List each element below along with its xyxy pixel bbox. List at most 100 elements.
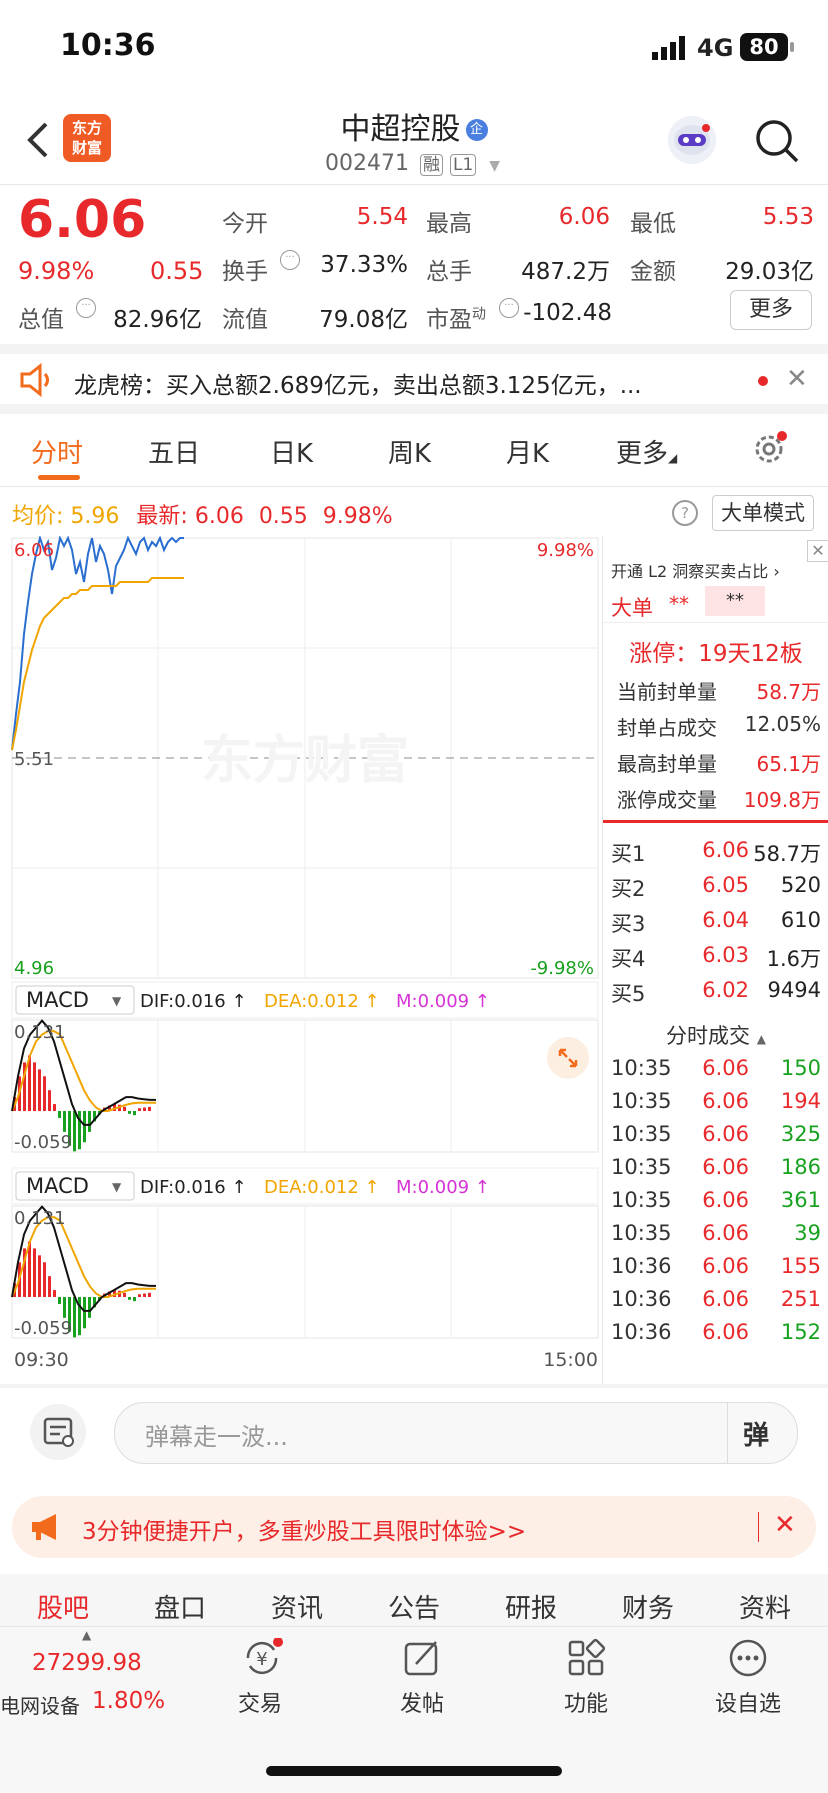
low-value: 5.53 (762, 204, 814, 230)
macd-dif-2: DIF:0.016 ↑ (140, 1177, 247, 1198)
l2-link[interactable]: 开通 L2 洞察买卖占比 › (611, 558, 780, 582)
section-gap (0, 404, 828, 414)
bid-label: 买5 (611, 982, 646, 1006)
pe-sup: 动 (472, 306, 486, 323)
tick-volume: 361 (780, 1188, 821, 1212)
avg-value: 5.96 (70, 504, 120, 529)
battery-tip (790, 42, 794, 52)
large-order-mode-button[interactable]: 大单模式 (712, 495, 814, 531)
function-grid-icon[interactable] (566, 1638, 606, 1682)
limit-stat-label: 封单占成交 (617, 716, 717, 740)
notice-close-icon[interactable]: ✕ (786, 364, 808, 394)
ticks-title: 分时成交 (666, 1024, 751, 1048)
bid-volume: 1.6万 (766, 947, 821, 971)
amount-value: 29.03亿 (725, 259, 814, 285)
nav-post[interactable]: 发帖 (362, 1686, 482, 1718)
macd-bottom-2: -0.059 (14, 1318, 72, 1339)
nav-function[interactable]: 功能 (526, 1686, 646, 1718)
watermark: 东方财富 (201, 731, 409, 791)
caret-up-icon: ▲ (756, 1032, 766, 1046)
nav-trade[interactable]: 交易 (200, 1686, 320, 1718)
close-icon[interactable]: ✕ (807, 540, 828, 562)
tick-volume: 152 (780, 1320, 821, 1344)
pe-value: -102.48 (523, 300, 612, 326)
help-icon[interactable]: ? (672, 500, 698, 526)
danmu-toggle-icon[interactable] (30, 1404, 86, 1460)
bottom-tab-2[interactable]: 资讯 (242, 1588, 352, 1625)
robot-avatar-icon[interactable] (668, 116, 716, 164)
big-order-value: ** (669, 592, 689, 616)
tab-day-k[interactable]: 日K (270, 433, 313, 470)
open-value: 5.54 (356, 204, 408, 230)
bottom-tab-4[interactable]: 研报 (476, 1588, 586, 1625)
y-label-top: 6.06 (14, 540, 54, 561)
avg-label: 均价: (12, 504, 64, 529)
tab-intraday[interactable]: 分时 (31, 433, 83, 470)
intraday-chart[interactable]: 东方财富 6.06 5.51 4.96 9.98% -9.98% MACD ▼ … (0, 536, 600, 1384)
index-pct[interactable]: 1.80% (92, 1688, 165, 1714)
tick-time: 10:35 (611, 1056, 672, 1080)
tick-price: 6.06 (702, 1254, 749, 1278)
turnover-value: 37.33% (320, 252, 408, 278)
bid-volume: 520 (780, 873, 821, 897)
macd-histogram-bar (38, 1255, 41, 1298)
macd-histogram-bar (53, 1104, 56, 1112)
promo-banner[interactable]: 3分钟便捷开户，多重炒股工具限时体验>> ✕ (12, 1496, 816, 1558)
bottom-tab-3[interactable]: 公告 (359, 1588, 469, 1625)
bottom-tab-5[interactable]: 财务 (593, 1588, 703, 1625)
bid-price: 6.02 (702, 978, 749, 1002)
tick-time: 10:35 (611, 1122, 672, 1146)
tab-month-k[interactable]: 月K (506, 433, 549, 470)
info-icon[interactable]: ··· (499, 298, 519, 318)
info-icon[interactable]: ··· (280, 250, 300, 270)
tick-price: 6.06 (702, 1056, 749, 1080)
notice-dot (758, 376, 768, 386)
tick-price: 6.06 (702, 1122, 749, 1146)
y-label-mid: 5.51 (14, 749, 54, 770)
mktcap-label: 总值 (18, 307, 64, 333)
index-name[interactable]: 电网设备 (0, 1690, 80, 1719)
macd-label-2: MACD (26, 1174, 89, 1198)
expand-icon[interactable] (547, 1037, 589, 1079)
danmu-send-button[interactable]: 弹 (743, 1415, 769, 1452)
search-icon[interactable] (754, 118, 800, 168)
promo-close-icon[interactable]: ✕ (774, 1510, 796, 1540)
bottom-tab-0[interactable]: 股吧 (8, 1588, 118, 1625)
dropdown-icon[interactable]: ▼ (489, 158, 500, 174)
tab-more[interactable]: 更多◢ (616, 433, 677, 470)
tick-volume: 325 (780, 1122, 821, 1146)
danmu-input[interactable]: 弹幕走一波... 弹 (114, 1402, 798, 1464)
tab-week-k[interactable]: 周K (388, 433, 431, 470)
bid-label: 买1 (611, 842, 646, 866)
info-icon[interactable]: ··· (76, 298, 96, 318)
post-icon[interactable] (402, 1638, 442, 1682)
home-indicator (266, 1766, 562, 1776)
macd-histogram-bar (138, 1108, 141, 1112)
macd-histogram-bar (133, 1297, 136, 1302)
index-value[interactable]: 27299.98 (32, 1650, 142, 1676)
more-button[interactable]: 更多 (730, 290, 812, 330)
watchlist-icon[interactable] (728, 1638, 768, 1682)
bid-volume: 610 (780, 908, 821, 932)
notice-text[interactable]: 龙虎榜：买入总额2.689亿元，卖出总额3.125亿元，... (74, 366, 724, 400)
big-order-label: 大单 (611, 596, 653, 620)
megaphone-icon (30, 1512, 66, 1546)
tick-price: 6.06 (702, 1188, 749, 1212)
nav-watchlist[interactable]: 设自选 (688, 1686, 808, 1718)
trade-icon[interactable]: ¥ (240, 1637, 284, 1682)
bottom-tab-6[interactable]: 资料 (710, 1588, 820, 1625)
settings-gear-icon[interactable] (750, 430, 788, 472)
macd-top-2: 0.131 (14, 1208, 66, 1229)
battery-icon: 80 (740, 33, 788, 61)
limit-stat-label: 最高封单量 (617, 752, 717, 776)
latest-value: 6.06 (194, 504, 244, 529)
bid-price: 6.05 (702, 873, 749, 897)
tab-five-day[interactable]: 五日 (148, 433, 200, 470)
bottom-tab-1[interactable]: 盘口 (125, 1588, 235, 1625)
macd-histogram-bar (58, 1297, 61, 1304)
macd-histogram-bar (43, 1262, 46, 1298)
header-divider (0, 184, 828, 185)
bid-price: 6.04 (702, 908, 749, 932)
big-order-masked[interactable]: ** (705, 586, 765, 616)
latest-pct: 9.98% (322, 504, 393, 529)
